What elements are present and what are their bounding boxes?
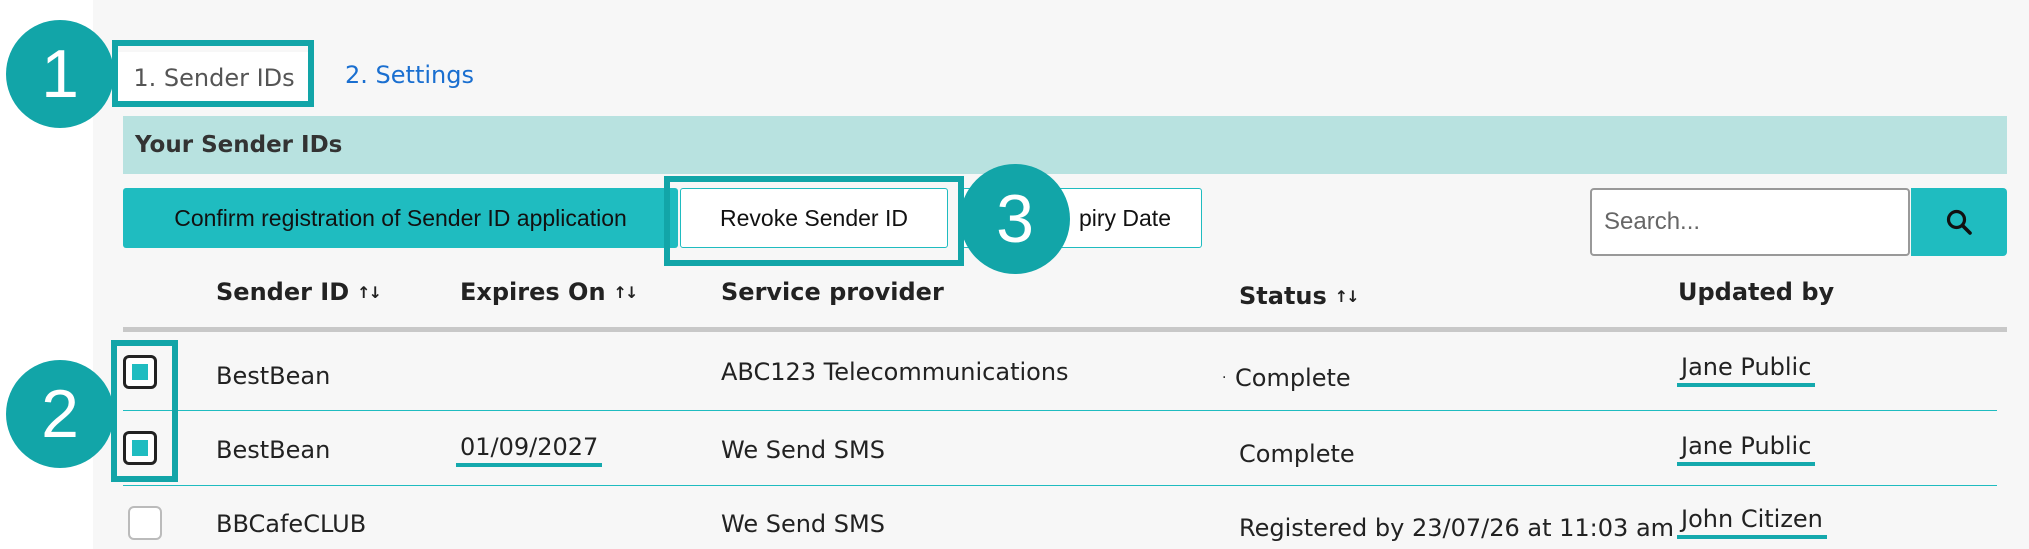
column-label: Updated by [1678, 278, 1835, 306]
tab-settings[interactable]: 2. Settings [345, 55, 474, 95]
cell-sender-id: BestBean [216, 436, 331, 464]
callout-box-checkboxes [111, 340, 178, 482]
sort-icon[interactable]: ↑↓ [357, 283, 382, 302]
cell-expires-on: 01/09/2027 [456, 432, 603, 468]
updated-by-link[interactable]: Jane Public [1677, 353, 1816, 387]
cell-status: Registered by 23/07/26 at 11:03 am [1239, 514, 1675, 542]
header-divider [123, 327, 2007, 332]
column-header-status[interactable]: Status ↑↓ [1239, 276, 1360, 316]
cell-sender-id: BestBean [216, 362, 331, 390]
column-header-updated-by: Updated by [1678, 272, 1834, 312]
search-input[interactable] [1590, 188, 1910, 256]
column-header-service-provider: Service provider [721, 272, 944, 312]
updated-by-link[interactable]: John Citizen [1677, 505, 1827, 539]
cell-status: Complete [1235, 364, 1351, 392]
sort-icon[interactable]: ↑↓ [614, 283, 639, 302]
cell-updated-by[interactable]: Jane Public [1677, 431, 1816, 467]
cell-provider: ABC123 Telecommunications [721, 358, 1069, 386]
row-checkbox[interactable] [128, 506, 162, 540]
row-divider [123, 485, 1997, 486]
expires-on-value: 01/09/2027 [456, 433, 603, 467]
column-label: Sender ID [216, 278, 350, 306]
column-label: Expires On [460, 278, 606, 306]
cell-status: Complete [1239, 440, 1355, 468]
cell-updated-by[interactable]: Jane Public [1677, 352, 1816, 388]
column-label: Status [1239, 282, 1327, 310]
status-dot-icon: · [1222, 370, 1227, 386]
cell-sender-id: BBCafeCLUB [216, 510, 367, 538]
sort-icon[interactable]: ↑↓ [1335, 287, 1360, 306]
column-header-sender-id[interactable]: Sender ID ↑↓ [216, 272, 382, 312]
cell-provider: We Send SMS [721, 436, 885, 464]
callout-number-1: 1 [6, 20, 114, 128]
callout-number-2: 2 [6, 360, 114, 468]
cell-provider: We Send SMS [721, 510, 885, 538]
callout-box-revoke [664, 176, 964, 266]
cell-updated-by[interactable]: John Citizen [1677, 504, 1827, 540]
section-title: Your Sender IDs [123, 116, 2007, 174]
confirm-registration-button[interactable]: Confirm registration of Sender ID applic… [123, 188, 678, 248]
row-divider [123, 410, 1997, 411]
search-button[interactable] [1911, 188, 2007, 256]
column-header-expires-on[interactable]: Expires On ↑↓ [460, 272, 639, 312]
callout-number-3: 3 [960, 164, 1070, 274]
callout-box-tabs [112, 40, 314, 107]
updated-by-link[interactable]: Jane Public [1677, 432, 1816, 466]
search-icon [1946, 209, 1972, 235]
column-label: Service provider [721, 278, 944, 306]
